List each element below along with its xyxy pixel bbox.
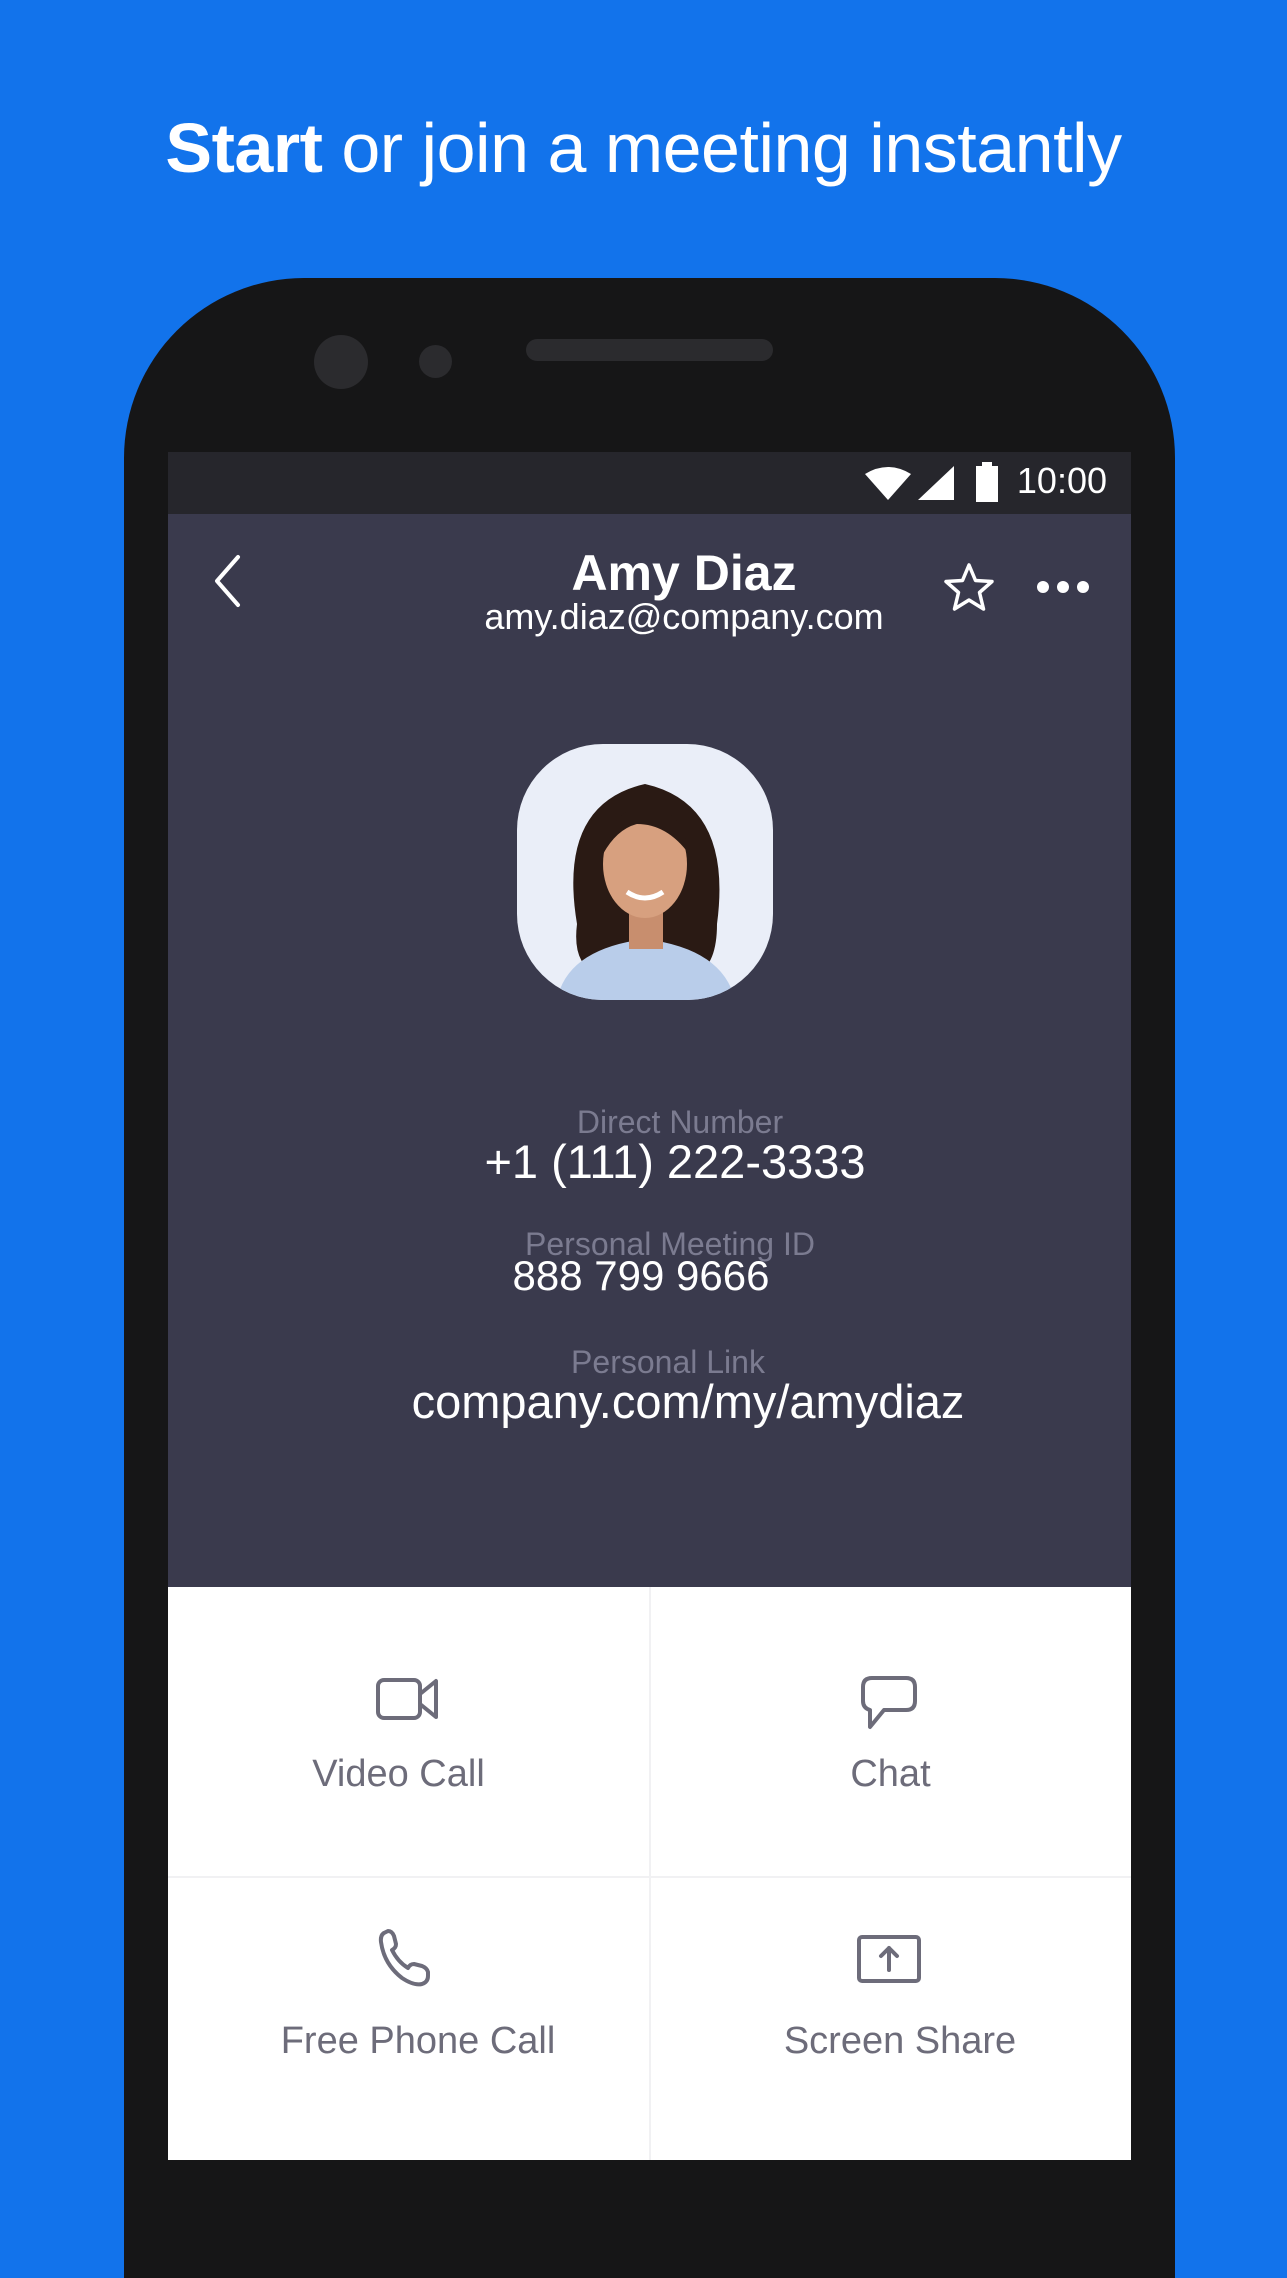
more-icon[interactable] xyxy=(1036,580,1090,594)
video-call-button[interactable]: Video Call xyxy=(168,1587,649,1876)
avatar-photo xyxy=(557,784,735,1000)
phone-screen: 10:00 Amy Diaz amy.diaz@company.com Dire… xyxy=(168,452,1131,2160)
personal-link-value[interactable]: company.com/my/amydiaz xyxy=(168,1374,1131,1429)
star-icon[interactable] xyxy=(943,562,995,614)
video-call-label: Video Call xyxy=(312,1753,485,1795)
battery-icon xyxy=(976,462,998,502)
sensor-icon xyxy=(419,345,452,378)
headline: Start or join a meeting instantly xyxy=(0,108,1287,188)
free-phone-call-label: Free Phone Call xyxy=(280,2020,556,2062)
contact-header: Amy Diaz amy.diaz@company.com Direct Num… xyxy=(168,514,1131,1587)
screen-share-button[interactable]: Screen Share xyxy=(650,1878,1131,2160)
free-phone-call-button[interactable]: Free Phone Call xyxy=(168,1878,649,2160)
signal-icon xyxy=(918,466,954,500)
action-grid: Video Call Chat Free Phone Call Screen S… xyxy=(168,1587,1131,2160)
screen-share-icon xyxy=(857,1935,921,1983)
video-camera-icon xyxy=(376,1678,438,1720)
chat-label: Chat xyxy=(850,1753,931,1795)
wifi-icon xyxy=(865,467,911,500)
direct-number-value: +1 (111) 222-3333 xyxy=(484,1135,866,1188)
camera-icon xyxy=(314,335,368,389)
chat-bubble-icon xyxy=(861,1676,917,1729)
chat-button[interactable]: Chat xyxy=(650,1587,1131,1876)
speaker-grille xyxy=(526,339,773,361)
screen-share-label: Screen Share xyxy=(783,2020,1017,2062)
avatar xyxy=(517,744,773,1000)
phone-icon xyxy=(378,1929,430,1987)
headline-bold: Start xyxy=(165,109,323,187)
status-bar: 10:00 xyxy=(168,452,1131,514)
status-time: 10:00 xyxy=(1016,460,1107,501)
headline-rest: or join a meeting instantly xyxy=(322,109,1122,187)
meeting-id-value: 888 799 9666 xyxy=(512,1252,770,1299)
